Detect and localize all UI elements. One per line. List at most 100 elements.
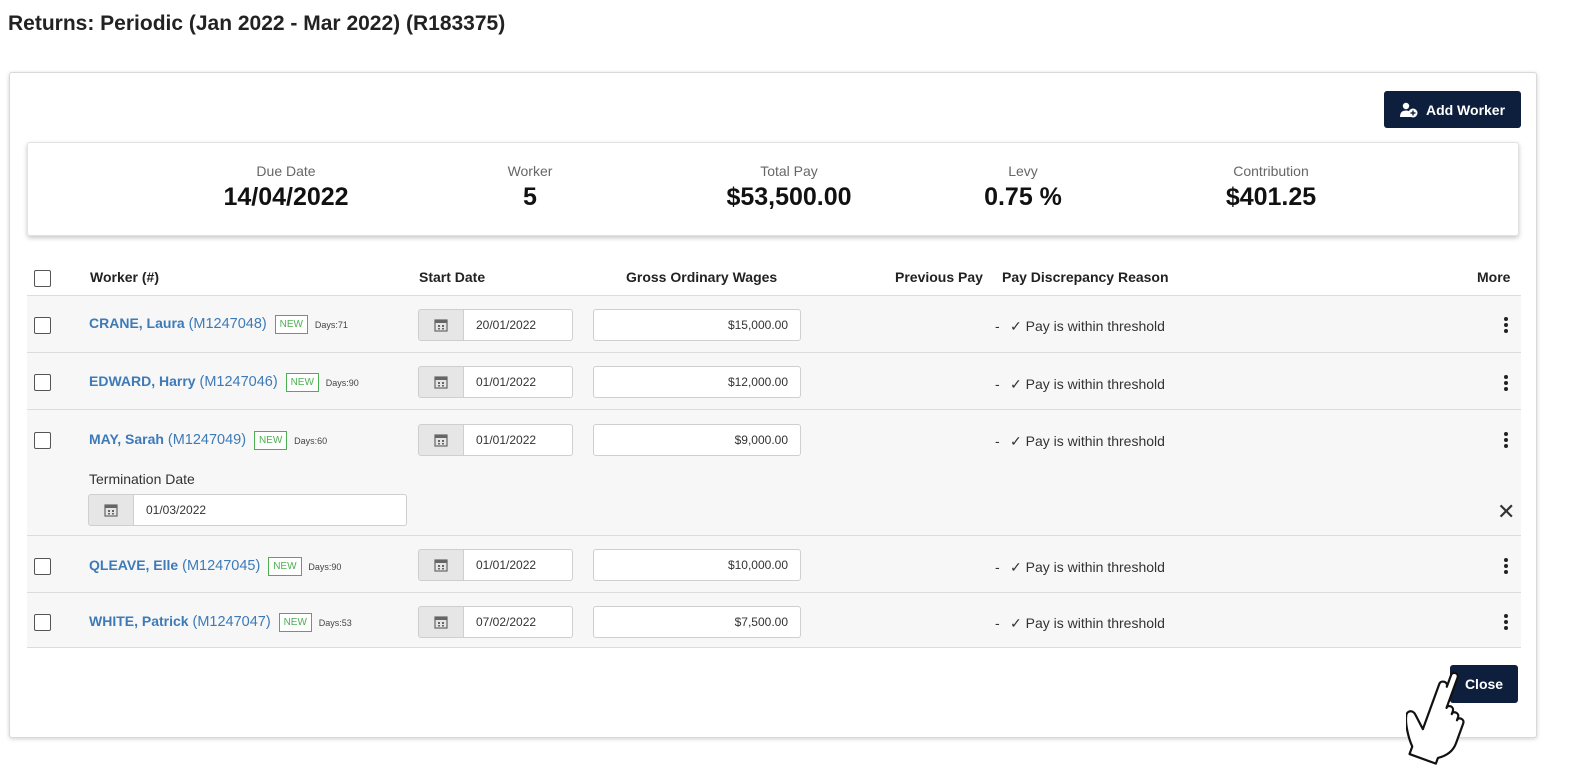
calendar-icon — [434, 434, 448, 447]
start-date-picker: 20/01/2022 — [418, 309, 573, 341]
calendar-button[interactable] — [418, 366, 464, 398]
worker-link[interactable]: QLEAVE, Elle (M1247045) NEW Days:90 — [89, 557, 341, 576]
previous-pay: - — [995, 559, 1000, 575]
start-date-picker: 01/01/2022 — [418, 424, 573, 456]
gross-wages-input[interactable]: $7,500.00 — [593, 606, 801, 638]
calendar-button[interactable] — [418, 424, 464, 456]
worker-id: (M1247046) — [199, 374, 278, 391]
add-worker-label: Add Worker — [1425, 101, 1506, 118]
days-count: Days:90 — [325, 377, 359, 388]
header-discrepancy-reason: Pay Discrepancy Reason — [1002, 269, 1169, 285]
header-previous-pay: Previous Pay — [895, 269, 983, 285]
start-date-input[interactable]: 01/01/2022 — [464, 424, 573, 456]
more-options-icon[interactable] — [1501, 613, 1511, 631]
worker-count-value: 5 — [523, 183, 537, 211]
gross-wages-input[interactable]: $15,000.00 — [593, 309, 801, 341]
header-start-date: Start Date — [419, 269, 486, 285]
row-checkbox[interactable] — [34, 317, 51, 334]
new-badge: NEW — [268, 557, 302, 576]
worker-name: QLEAVE, Elle — [89, 557, 179, 574]
levy-value: 0.75 % — [984, 183, 1062, 211]
more-options-icon[interactable] — [1501, 557, 1511, 575]
select-all-checkbox[interactable] — [34, 270, 51, 287]
previous-pay: - — [995, 433, 1000, 449]
worker-name: CRANE, Laura — [89, 315, 185, 332]
previous-pay: - — [995, 376, 1000, 392]
start-date-picker: 01/01/2022 — [418, 549, 573, 581]
new-badge: NEW — [278, 613, 312, 632]
worker-link[interactable]: EDWARD, Harry (M1247046) NEW Days:90 — [89, 373, 359, 392]
previous-pay: - — [995, 615, 1000, 631]
hand-pointer-icon — [1406, 671, 1465, 765]
new-badge: NEW — [253, 431, 288, 450]
calendar-icon — [434, 319, 448, 332]
start-date-input[interactable]: 01/01/2022 — [464, 549, 573, 581]
due-date-stat: Due Date 14/04/2022 — [176, 163, 396, 212]
contribution-label: Contribution — [1233, 163, 1309, 179]
new-badge: NEW — [285, 373, 319, 392]
calendar-button[interactable] — [88, 494, 134, 526]
summary-card: Due Date 14/04/2022 Worker 5 Total Pay $… — [27, 142, 1519, 236]
worker-name: MAY, Sarah — [89, 431, 164, 448]
calendar-icon — [104, 504, 118, 517]
worker-name: WHITE, Patrick — [89, 613, 189, 630]
remove-termination-icon[interactable]: ✕ — [1497, 499, 1515, 525]
days-count: Days:60 — [294, 435, 328, 446]
worker-name: EDWARD, Harry — [89, 373, 196, 390]
levy-label: Levy — [1008, 163, 1038, 179]
gross-wages-input[interactable]: $10,000.00 — [593, 549, 801, 581]
worker-count-label: Worker — [507, 163, 553, 179]
worker-link[interactable]: MAY, Sarah (M1247049) NEW Days:60 — [89, 431, 327, 450]
days-count: Days:53 — [318, 617, 352, 628]
termination-date-label: Termination Date — [89, 471, 195, 487]
more-options-icon[interactable] — [1501, 316, 1511, 334]
calendar-button[interactable] — [418, 309, 464, 341]
add-worker-button[interactable]: Add Worker — [1384, 91, 1521, 128]
calendar-button[interactable] — [418, 606, 464, 638]
calendar-icon — [434, 559, 448, 572]
levy-stat: Levy 0.75 % — [913, 163, 1133, 212]
worker-id: (M1247049) — [167, 432, 247, 449]
add-user-icon — [1399, 102, 1418, 117]
worker-link[interactable]: WHITE, Patrick (M1247047) NEW Days:53 — [89, 613, 352, 632]
calendar-icon — [434, 616, 448, 629]
table-row: WHITE, Patrick (M1247047) NEW Days:53 07… — [27, 593, 1521, 648]
days-count: Days:90 — [308, 561, 342, 572]
header-gross-wages: Gross Ordinary Wages — [626, 269, 778, 285]
more-options-icon[interactable] — [1501, 374, 1511, 392]
start-date-input[interactable]: 07/02/2022 — [464, 606, 573, 638]
total-pay-stat: Total Pay $53,500.00 — [679, 163, 899, 212]
header-more: More — [1477, 269, 1511, 285]
worker-id: (M1247047) — [192, 614, 271, 631]
row-checkbox[interactable] — [34, 432, 51, 449]
gross-wages-input[interactable]: $12,000.00 — [593, 366, 801, 398]
returns-panel: Add Worker Due Date 14/04/2022 Worker 5 … — [9, 72, 1537, 738]
due-date-label: Due Date — [256, 163, 316, 179]
worker-stat: Worker 5 — [420, 163, 640, 212]
termination-date-picker: 01/03/2022 — [88, 494, 407, 526]
header-worker: Worker (#) — [90, 269, 159, 285]
more-options-icon[interactable] — [1501, 431, 1511, 449]
start-date-picker: 01/01/2022 — [418, 366, 573, 398]
calendar-button[interactable] — [418, 549, 464, 581]
start-date-input[interactable]: 20/01/2022 — [464, 309, 573, 341]
contribution-stat: Contribution $401.25 — [1161, 163, 1381, 212]
table-row: QLEAVE, Elle (M1247045) NEW Days:90 01/0… — [27, 536, 1521, 593]
start-date-input[interactable]: 01/01/2022 — [464, 366, 573, 398]
due-date-value: 14/04/2022 — [223, 183, 349, 211]
row-checkbox[interactable] — [34, 374, 51, 391]
row-checkbox[interactable] — [34, 614, 51, 631]
total-pay-label: Total Pay — [760, 163, 818, 179]
row-checkbox[interactable] — [34, 558, 51, 575]
gross-wages-input[interactable]: $9,000.00 — [593, 424, 801, 456]
table-row: EDWARD, Harry (M1247046) NEW Days:90 01/… — [27, 353, 1521, 410]
discrepancy-reason: ✓ Pay is within threshold — [1010, 376, 1165, 392]
worker-link[interactable]: CRANE, Laura (M1247048) NEW Days:71 — [89, 315, 348, 334]
page-title: Returns: Periodic (Jan 2022 - Mar 2022) … — [8, 12, 506, 35]
previous-pay: - — [995, 318, 1000, 334]
table-row-expanded: MAY, Sarah (M1247049) NEW Days:60 01/01/… — [27, 410, 1521, 536]
discrepancy-reason: ✓ Pay is within threshold — [1010, 559, 1165, 575]
termination-date-input[interactable]: 01/03/2022 — [134, 494, 407, 526]
start-date-picker: 07/02/2022 — [418, 606, 573, 638]
discrepancy-reason: ✓ Pay is within threshold — [1010, 433, 1165, 449]
